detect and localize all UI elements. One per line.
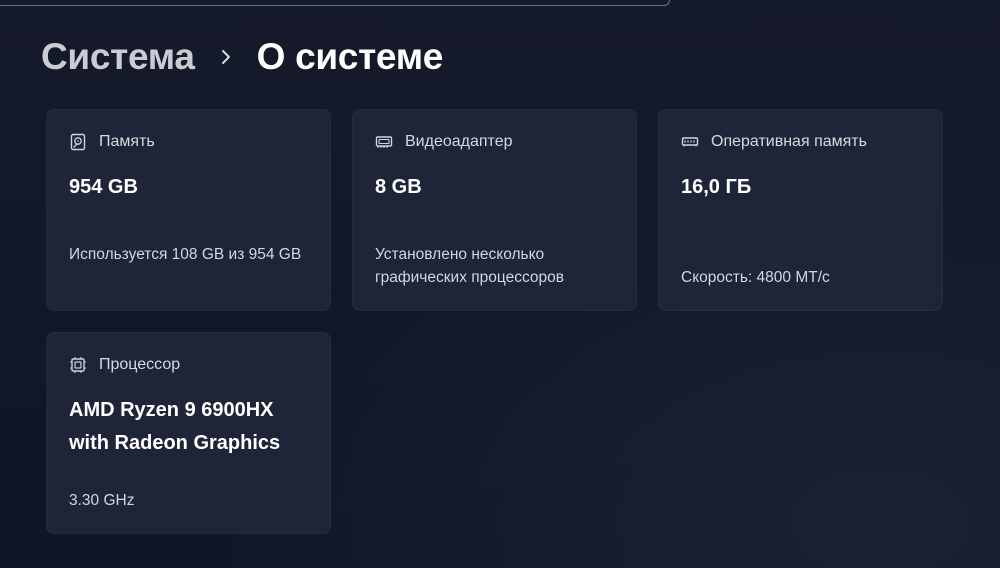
- breadcrumb-parent-link[interactable]: Система: [41, 36, 195, 78]
- cpu-detail: 3.30 GHz: [69, 492, 135, 509]
- about-system-page: Система О системе Память 954 GB Использу…: [0, 0, 1000, 568]
- storage-card-header: Память: [69, 132, 155, 152]
- cpu-label: Процессор: [99, 356, 181, 373]
- ram-card[interactable]: Оперативная память 16,0 ГБ Скорость: 480…: [658, 109, 943, 311]
- breadcrumb: Система О системе: [41, 34, 443, 80]
- ram-detail: Скорость: 4800 MT/с: [681, 269, 830, 286]
- storage-value: 954 GB: [69, 176, 138, 198]
- gpu-label: Видеоадаптер: [405, 133, 513, 150]
- gpu-card[interactable]: Видеоадаптер 8 GB Установлено несколько …: [352, 109, 637, 311]
- graphics-card-icon: [375, 133, 393, 151]
- window-top-edge: [0, 0, 670, 6]
- chevron-right-icon: [195, 34, 257, 80]
- cpu-value: AMD Ryzen 9 6900HX with Radeon Graphics: [69, 399, 281, 454]
- cpu-card[interactable]: Процессор AMD Ryzen 9 6900HX with Radeon…: [46, 332, 331, 534]
- gpu-card-header: Видеоадаптер: [375, 132, 512, 152]
- gpu-detail: Установлено несколько графических процес…: [375, 246, 564, 286]
- ram-card-header: Оперативная память: [681, 132, 867, 152]
- gpu-value: 8 GB: [375, 176, 422, 198]
- ram-value: 16,0 ГБ: [681, 176, 752, 198]
- storage-card[interactable]: Память 954 GB Используется 108 GB из 954…: [46, 109, 331, 311]
- memory-module-icon: [681, 133, 699, 151]
- hard-drive-icon: [69, 133, 87, 151]
- cpu-card-header: Процессор: [69, 355, 180, 375]
- ram-label: Оперативная память: [711, 133, 867, 150]
- storage-detail: Используется 108 GB из 954 GB: [69, 246, 302, 263]
- storage-label: Память: [99, 133, 155, 150]
- processor-chip-icon: [69, 356, 87, 374]
- page-title: О системе: [256, 36, 444, 77]
